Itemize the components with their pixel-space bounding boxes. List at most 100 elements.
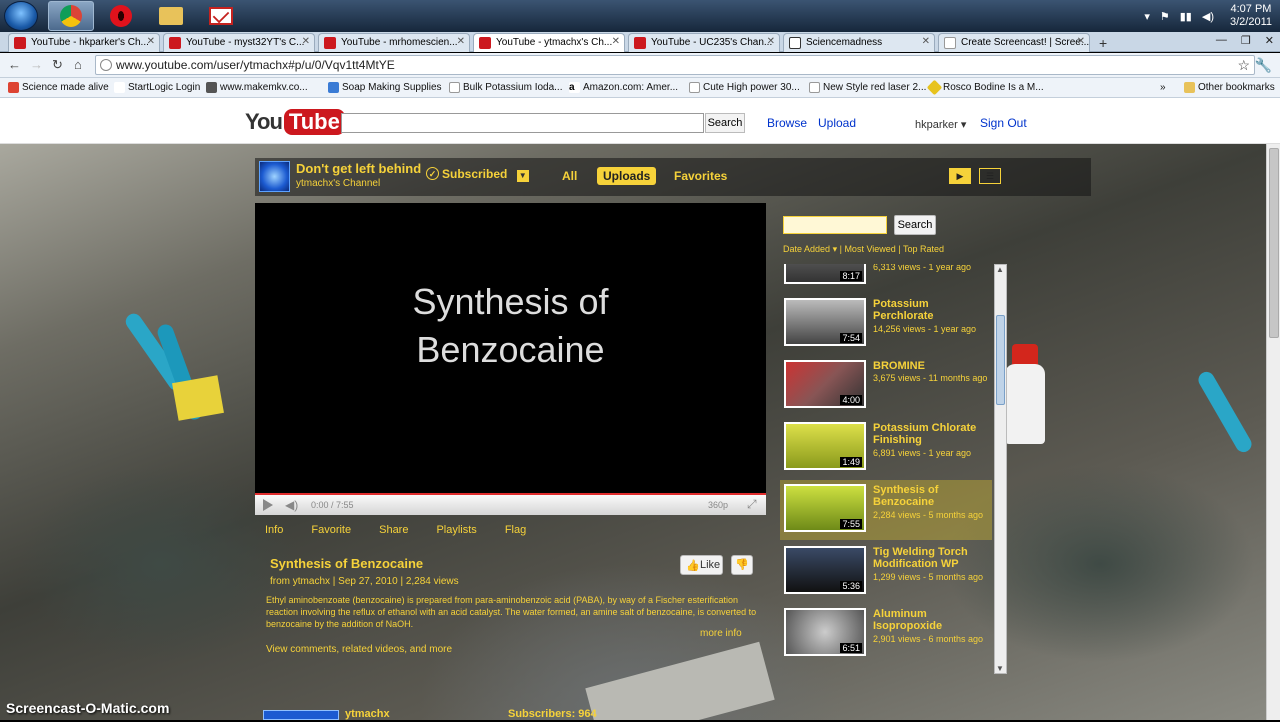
video-thumbnail[interactable]: 5:36 [784,546,866,594]
bookmark-item[interactable]: StartLogic Login [114,82,200,93]
browse-link[interactable]: Browse [767,116,807,130]
tab-ytmachx[interactable]: YouTube - ytmachx's Ch... ✕ [473,33,625,52]
explorer-taskbar-button[interactable] [148,1,194,31]
back-arrow-icon[interactable]: ← [8,57,21,72]
clock[interactable]: 4:07 PM 3/2/2011 [1230,3,1272,29]
forward-arrow-icon[interactable]: → [30,57,43,72]
bookmark-item[interactable]: www.makemkv.co... [206,82,308,93]
tray-arrow-icon[interactable]: ▾ [1144,10,1150,23]
bookmark-item[interactable]: New Style red laser 2... [809,82,926,93]
tab-close-icon[interactable]: ✕ [767,36,775,47]
opera-taskbar-button[interactable] [98,1,144,31]
tab-favorites[interactable]: Favorites [668,167,733,185]
channel-name[interactable]: ytmachx [345,708,390,720]
bookmark-item[interactable]: Rosco Bodine Is a M... [926,79,1044,96]
tab-sciencemadness[interactable]: Sciencemadness ✕ [783,33,935,52]
video-list-scrollbar-thumb[interactable] [996,315,1005,405]
tab-flag[interactable]: Flag [505,524,526,536]
list-item[interactable]: 8:17 6,313 views - 1 year ago [780,264,992,292]
reload-icon[interactable]: ↻ [52,57,63,73]
channel-search-button[interactable]: Search [894,215,936,235]
sort-most-viewed[interactable]: Most Viewed [844,244,895,254]
minimize-icon[interactable]: — [1216,34,1227,47]
list-item[interactable]: 7:54 Potassium Perchlorate 14,256 views … [780,294,992,354]
wrench-icon[interactable]: 🔧 [1255,57,1272,74]
channel-subtitle[interactable]: ytmachx's Channel [296,178,380,189]
new-tab-button[interactable]: + [1099,35,1107,51]
flag-icon[interactable]: ⚑ [1160,10,1170,23]
youtube-search-input[interactable] [341,113,704,133]
restore-icon[interactable]: ❐ [1241,34,1251,47]
channel-banner-thumb[interactable] [263,710,339,720]
start-orb-icon[interactable] [4,1,38,31]
tab-myst32yt[interactable]: YouTube - myst32YT's C... ✕ [163,33,315,52]
bookmark-item[interactable]: Cute High power 30... [689,82,800,93]
channel-search-input[interactable] [783,216,887,234]
chrome-taskbar-button[interactable] [48,1,94,31]
bookmark-item[interactable]: Soap Making Supplies [328,82,442,93]
like-button[interactable]: 👍 Like [680,555,723,575]
chevron-down-icon[interactable]: ▼ [516,170,529,182]
more-info-link[interactable]: more info [700,628,742,639]
tab-close-icon[interactable]: ✕ [147,36,155,47]
video-title[interactable]: Synthesis of Benzocaine [270,556,423,571]
video-title[interactable]: Aluminum Isopropoxide [873,608,991,632]
tab-close-icon[interactable]: ✕ [612,36,620,47]
tab-hkparker[interactable]: YouTube - hkparker's Ch... ✕ [8,33,160,52]
video-thumbnail[interactable]: 1:49 [784,422,866,470]
tab-share[interactable]: Share [379,524,408,536]
list-item[interactable]: 4:00 BROMINE 3,675 views - 11 months ago [780,356,992,416]
tab-close-icon[interactable]: ✕ [457,36,465,47]
list-item[interactable]: 6:51 Aluminum Isopropoxide 2,901 views -… [780,604,992,664]
close-window-icon[interactable]: ✕ [1265,34,1274,47]
tab-all[interactable]: All [556,167,583,185]
volume-icon[interactable]: ◀) [1202,10,1214,23]
tab-mrhomescien[interactable]: YouTube - mrhomescien... ✕ [318,33,470,52]
bookmark-star-icon[interactable]: ☆ [1237,57,1250,74]
bookmark-item[interactable]: Science made alive [8,82,109,93]
video-thumbnail[interactable]: 6:51 [784,608,866,656]
view-comments-link[interactable]: View comments, related videos, and more [266,644,452,655]
bookmark-item[interactable]: Bulk Potassium Ioda... [449,82,563,93]
play-icon[interactable] [263,499,273,511]
network-icon[interactable]: ▮▮ [1180,10,1192,23]
fullscreen-icon[interactable]: ⤢ [747,497,757,512]
video-thumbnail[interactable]: 4:00 [784,360,866,408]
address-bar[interactable]: www.youtube.com/user/ytmachx#p/u/0/Vqv1t… [95,55,1255,75]
bookmarks-overflow-chevron-icon[interactable]: » [1160,82,1166,93]
player-view-icon[interactable]: ▶ [949,168,971,184]
video-title[interactable]: Potassium Chlorate Finishing [873,422,991,446]
tab-playlists[interactable]: Playlists [436,524,476,536]
video-thumbnail[interactable]: 7:55 [784,484,866,532]
video-title[interactable]: Tig Welding Torch Modification WP [873,546,991,570]
tab-uploads[interactable]: Uploads [597,167,657,185]
tab-screencast[interactable]: Create Screencast! | Scree... ✕ [938,33,1090,52]
scroll-down-icon[interactable]: ▼ [996,664,1004,673]
video-player[interactable]: Synthesis of Benzocaine ◀) 0:00 / 7:55 3… [255,203,766,515]
list-item[interactable]: 5:36 Tig Welding Torch Modification WP 1… [780,542,992,602]
volume-icon[interactable]: ◀) [285,498,298,512]
home-icon[interactable]: ⌂ [74,57,82,72]
video-title[interactable]: Potassium Perchlorate [873,298,991,322]
tab-close-icon[interactable]: ✕ [1077,36,1085,47]
tab-uc235[interactable]: YouTube - UC235's Chan... ✕ [628,33,780,52]
dislike-button[interactable]: 👎 [731,555,753,575]
page-scrollbar[interactable] [1266,144,1280,720]
tab-close-icon[interactable]: ✕ [922,36,930,47]
list-item[interactable]: 1:49 Potassium Chlorate Finishing 6,891 … [780,418,992,478]
video-thumbnail[interactable]: 8:17 [784,264,866,284]
video-thumbnail[interactable]: 7:54 [784,298,866,346]
tab-close-icon[interactable]: ✕ [302,36,310,47]
video-title[interactable]: BROMINE [873,360,991,372]
list-item[interactable]: 7:55 Synthesis of Benzocaine 2,284 views… [780,480,992,540]
scroll-up-icon[interactable]: ▲ [996,265,1004,274]
youtube-search-button[interactable]: Search [705,113,745,133]
grid-view-icon[interactable]: ☰ [979,168,1001,184]
sort-date-added[interactable]: Date Added [783,244,830,254]
subscribed-button[interactable]: ✓ Subscribed ▼ [426,167,529,182]
tab-info[interactable]: Info [265,524,283,536]
channel-avatar[interactable] [259,161,290,192]
sign-out-link[interactable]: Sign Out [980,116,1027,130]
tab-favorite[interactable]: Favorite [311,524,351,536]
page-scrollbar-thumb[interactable] [1269,148,1279,338]
